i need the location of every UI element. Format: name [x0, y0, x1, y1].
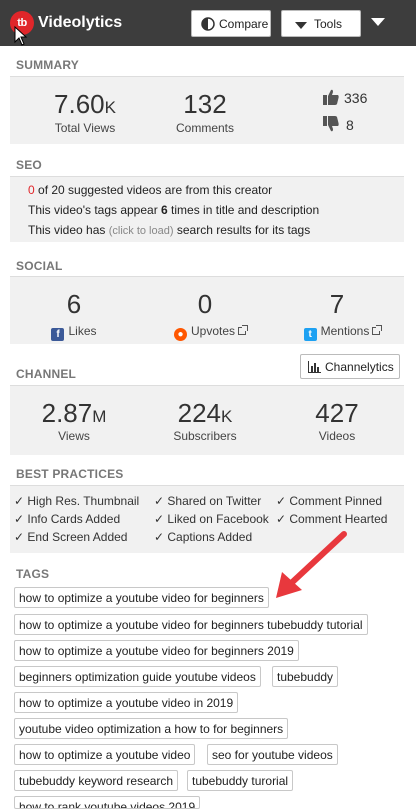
header-bar: tb Videolytics Compare Tools [0, 0, 416, 46]
tag-chip[interactable]: seo for youtube videos [207, 744, 338, 765]
caret-down-icon [295, 22, 307, 29]
social-panel: 6 f Likes 0 ● Upvotes 7 t Mentions [10, 276, 404, 344]
bp-comment-hearted: ✓ Comment Hearted [276, 512, 388, 526]
tools-label: Tools [314, 17, 343, 31]
tag-chip[interactable]: how to optimize a youtube video for begi… [14, 640, 299, 661]
seo-suggested-line: 0 of 20 suggested videos are from this c… [28, 183, 273, 197]
channel-views-caption: Views [58, 429, 90, 443]
external-link-icon [238, 325, 249, 335]
bp-end-screen: ✓ End Screen Added [14, 530, 128, 544]
comments-value: 132 [183, 89, 227, 119]
tags-heading: TAGS [16, 567, 50, 581]
compare-label: Compare [219, 17, 269, 31]
app-title: Videolytics [38, 14, 123, 31]
tools-button[interactable]: Tools [281, 10, 361, 37]
reddit-upvotes-value: 0 [197, 289, 213, 319]
likes-count: 336 [344, 90, 368, 106]
bp-captions: ✓ Captions Added [154, 530, 253, 544]
dislikes-count: 8 [346, 117, 354, 133]
facebook-likes-value: 6 [66, 289, 82, 319]
reddit-upvotes-link[interactable]: ● Upvotes [155, 324, 265, 341]
tag-chip[interactable]: tubebuddy [272, 666, 339, 687]
tag-chip[interactable]: how to optimize a youtube video for begi… [14, 614, 368, 635]
facebook-icon: f [51, 328, 65, 341]
videos-value: 427 [315, 398, 359, 428]
external-link-icon [372, 325, 383, 335]
comments-caption: Comments [175, 121, 234, 135]
tag-chip[interactable]: how to optimize a youtube video in 2019 [14, 692, 239, 713]
bp-shared-twitter: ✓ Shared on Twitter [154, 494, 262, 508]
tag-chip[interactable]: tubebuddy turorial [187, 770, 294, 791]
bp-high-res-thumbnail: ✓ High Res. Thumbnail [14, 494, 140, 508]
tag-chip[interactable]: how to rank youtube videos 2019 [14, 796, 201, 809]
annotation-arrow-icon [276, 531, 347, 598]
bp-comment-pinned: ✓ Comment Pinned [276, 494, 383, 508]
tag-chip[interactable]: beginners optimization guide youtube vid… [14, 666, 261, 687]
facebook-likes-link[interactable]: f Likes [24, 324, 124, 341]
seo-heading: SEO [16, 158, 42, 172]
bp-info-cards: ✓ Info Cards Added [14, 512, 121, 526]
seo-tags-line: This video's tags appear 6 times in titl… [28, 203, 320, 217]
thumbs-down-icon [323, 116, 339, 132]
seo-search-line: This video has (click to load) search re… [28, 223, 311, 237]
channelytics-button[interactable]: Channelytics [300, 354, 400, 379]
reddit-icon: ● [173, 328, 187, 341]
tag-chip[interactable]: how to optimize a youtube video [14, 744, 196, 765]
bar-chart-icon [308, 361, 321, 373]
bp-liked-facebook: ✓ Liked on Facebook [154, 512, 269, 526]
subscribers-caption: Subscribers [173, 429, 237, 443]
videos-caption: Videos [318, 429, 356, 443]
total-views-value: 7.60K [54, 89, 116, 119]
total-views-caption: Total Views [54, 121, 116, 135]
click-to-load-link[interactable]: (click to load) [109, 225, 174, 237]
cursor-icon [14, 26, 28, 46]
seo-panel: 0 of 20 suggested videos are from this c… [10, 176, 404, 242]
twitter-mentions-value: 7 [329, 289, 345, 319]
thumbs-up-icon [323, 89, 339, 105]
compare-button[interactable]: Compare [191, 10, 271, 37]
channel-views-value: 2.87M [41, 398, 107, 428]
channel-panel: 2.87M Views 224K Subscribers 427 Videos [10, 385, 404, 455]
twitter-icon: t [303, 328, 317, 341]
compare-icon [201, 17, 215, 31]
channel-heading: CHANNEL [16, 367, 77, 381]
best-practices-heading: BEST PRACTICES [16, 467, 124, 481]
twitter-mentions-link[interactable]: t Mentions [287, 324, 397, 341]
tag-chip[interactable]: tubebuddy keyword research [14, 770, 179, 791]
social-heading: SOCIAL [16, 259, 63, 273]
summary-heading: SUMMARY [16, 58, 79, 72]
subscribers-value: 224K [177, 398, 233, 428]
tag-chip[interactable]: youtube video optimization a how to for … [14, 718, 289, 739]
menu-caret-icon[interactable] [371, 18, 385, 26]
summary-panel: 7.60K Total Views 132 Comments 336 8 [10, 76, 404, 144]
channelytics-label: Channelytics [325, 360, 394, 374]
tag-chip[interactable]: how to optimize a youtube video for begi… [14, 587, 269, 608]
